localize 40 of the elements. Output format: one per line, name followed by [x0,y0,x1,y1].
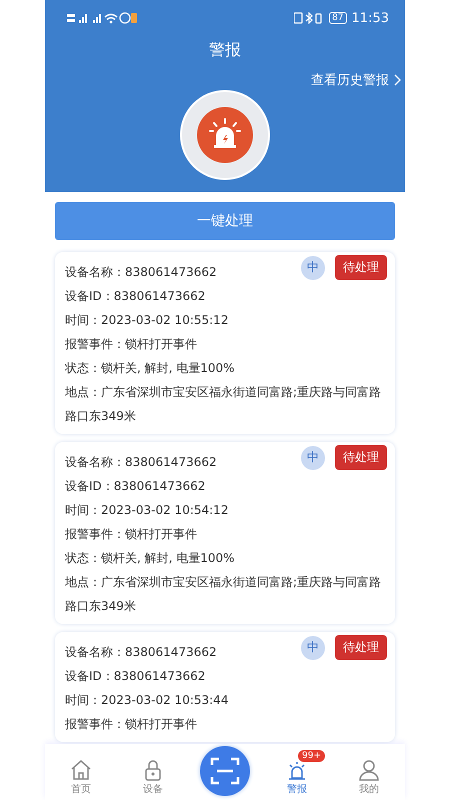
count-badge: 99+ [298,750,325,762]
alert-detail: 报警事件：锁杆打开事件 [65,336,197,353]
alert-detail: 设备名称：838061473662 [65,644,217,661]
status-time: 11:53 [352,10,389,26]
alert-detail: 地点：广东省深圳市宝安区福永街道同富路;重庆路与同富路路口东349米 [65,574,382,615]
alert-detail: 时间：2023-03-02 10:54:12 [65,502,228,519]
alert-detail: 设备ID：838061473662 [65,478,206,495]
alert-detail: 时间：2023-03-02 10:55:12 [65,312,228,329]
level-badge: 中 [301,446,325,470]
alert-detail: 报警事件：锁杆打开事件 [65,526,197,543]
level-badge: 中 [301,636,325,660]
user-icon [358,759,380,781]
pending-status-button[interactable]: 待处理 [335,445,387,470]
scan-button[interactable] [200,746,250,796]
scan-icon [210,756,240,786]
alert-detail: 设备名称：838061473662 [65,454,217,471]
pending-status-button[interactable]: 待处理 [335,635,387,660]
history-link[interactable]: 查看历史警报 [311,71,401,89]
one-click-process-button[interactable]: 一键处理 [55,202,395,240]
nav-tab[interactable]: 我的 [333,747,405,796]
siren-icon [286,759,308,781]
nav-tab[interactable]: 设备 [117,747,189,796]
alert-detail: 报警事件：锁杆打开事件 [65,716,197,733]
battery-level: 87 [329,12,347,24]
nav-tab[interactable]: 99+ 警报 [261,747,333,796]
page-title: 警报 [208,40,242,61]
pending-status-button[interactable]: 待处理 [335,255,387,280]
alert-detail: 设备ID：838061473662 [65,288,206,305]
alert-detail: 时间：2023-03-02 10:53:44 [65,692,228,709]
alert-detail: 设备名称：838061473662 [65,264,217,281]
alert-detail: 状态：锁杆关, 解封, 电量100% [65,550,235,567]
alert-detail: 设备ID：838061473662 [65,668,206,685]
alert-detail: 状态：锁杆关, 解封, 电量100% [65,360,235,377]
bluetooth-icon [294,12,324,24]
signal-icon [67,12,137,24]
home-icon [70,759,92,781]
alert-detail: 地点：广东省深圳市宝安区福永街道同富路;重庆路与同富路路口东349米 [65,384,382,425]
nav-tab[interactable]: 首页 [45,747,117,796]
chevron-right-icon [394,74,401,86]
level-badge: 中 [301,256,325,280]
